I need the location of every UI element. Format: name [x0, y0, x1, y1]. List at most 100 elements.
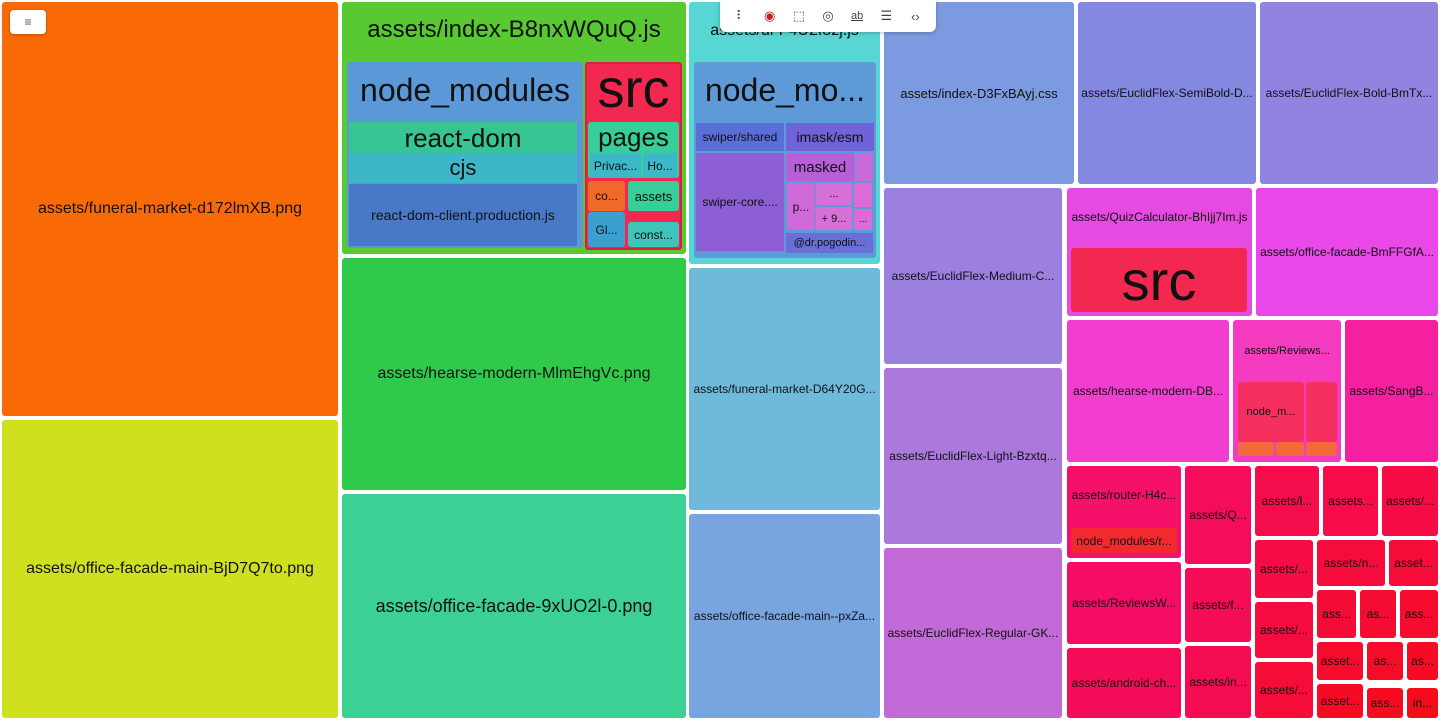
- eye-icon[interactable]: ◎: [817, 5, 839, 27]
- treemap-block-office-facade-small[interactable]: assets/office-facade-BmFFGfA...: [1256, 188, 1438, 316]
- treemap-block-react-dom-client[interactable]: react-dom-client.production.js: [349, 184, 577, 246]
- treemap-block-reviews-sub3[interactable]: [1306, 442, 1337, 456]
- treemap-block-hearse-modern-small[interactable]: assets/hearse-modern-DB...: [1067, 320, 1229, 462]
- block-label: cjs: [449, 155, 477, 180]
- treemap-block-dots2[interactable]: ...: [854, 209, 872, 230]
- block-label: p...: [792, 199, 810, 214]
- treemap-block-swiper-core[interactable]: swiper-core....: [696, 153, 784, 251]
- treemap-block-plus[interactable]: + 9...: [816, 207, 852, 230]
- treemap-block-euclid-regular[interactable]: assets/EuclidFlex-Regular-GK...: [884, 548, 1062, 718]
- treemap-block-office-facade-main-webp[interactable]: assets/office-facade-main--pxZa...: [689, 514, 880, 718]
- block-label: assets/EuclidFlex-Light-Bzxtq...: [889, 449, 1057, 463]
- block-label: ass...: [1322, 607, 1351, 621]
- block-label: assets/funeral-market-d172lmXB.png: [37, 200, 303, 217]
- treemap-block-react-dom[interactable]: react-dom: [349, 122, 577, 154]
- block-label: Ho...: [647, 158, 673, 173]
- block-label: asset...: [1320, 694, 1360, 708]
- treemap-block-as3[interactable]: as...: [1407, 642, 1438, 680]
- treemap-block-reviews-sub2[interactable]: [1276, 442, 1304, 456]
- treemap-block-sang[interactable]: assets/SangB...: [1345, 320, 1438, 462]
- block-label: @dr.pogodin...: [793, 237, 866, 249]
- treemap-block-pogodin[interactable]: @dr.pogodin...: [786, 233, 873, 253]
- block-label: assets/l...: [1261, 494, 1313, 508]
- block-label: assets/ReviewsW...: [1071, 596, 1177, 610]
- block-label: + 9...: [821, 212, 847, 225]
- treemap-block-l[interactable]: assets/l...: [1255, 466, 1319, 536]
- treemap-block-asset2[interactable]: asset...: [1317, 642, 1363, 680]
- drag-handle-icon[interactable]: ⠇: [730, 5, 752, 27]
- treemap-block-in[interactable]: assets/in...: [1185, 646, 1251, 718]
- block-label: assets/...: [1259, 683, 1309, 697]
- block-label: as...: [1411, 654, 1434, 668]
- code-file-icon[interactable]: ‹›: [904, 5, 926, 27]
- treemap-block-reviews-w[interactable]: assets/ReviewsW...: [1067, 562, 1181, 644]
- treemap-block-reviews-part[interactable]: [1306, 382, 1337, 442]
- treemap-block-masked-small[interactable]: [855, 153, 873, 181]
- block-label: assets/EuclidFlex-Bold-BmTx...: [1265, 86, 1433, 100]
- treemap-block-dots[interactable]: ...: [816, 183, 852, 205]
- treemap-block-euclid-semibold[interactable]: assets/EuclidFlex-SemiBold-D...: [1078, 2, 1256, 184]
- treemap-block-android[interactable]: assets/android-ch...: [1067, 648, 1181, 718]
- treemap-block-ass3[interactable]: ass...: [1367, 688, 1403, 718]
- treemap-block-s3[interactable]: assets/...: [1255, 540, 1313, 598]
- treemap-block-a1[interactable]: asset...: [1389, 540, 1438, 586]
- treemap-block-router-child[interactable]: node_modules/r...: [1071, 528, 1177, 553]
- treemap-block-euclid-light[interactable]: assets/EuclidFlex-Light-Bzxtq...: [884, 368, 1062, 544]
- block-label: Privac...: [593, 158, 638, 173]
- treemap-block-co[interactable]: co...: [588, 181, 625, 211]
- treemap-block-office-facade-png[interactable]: assets/office-facade-9xUO2l-0.png: [342, 494, 686, 718]
- treemap-block-assets[interactable]: assets: [628, 181, 679, 211]
- treemap-block-masked[interactable]: masked: [786, 153, 854, 181]
- treemap-block-euclid-bold[interactable]: assets/EuclidFlex-Bold-BmTx...: [1260, 2, 1438, 184]
- block-label: react-dom: [404, 122, 522, 153]
- block-label: co...: [595, 189, 618, 203]
- block-label: asset...: [1394, 556, 1433, 570]
- block-label: masked: [793, 158, 847, 176]
- treemap-block-imask-esm[interactable]: imask/esm: [786, 123, 874, 151]
- treemap-block-as1[interactable]: as...: [1360, 590, 1396, 638]
- treemap-block-n[interactable]: assets/n...: [1317, 540, 1385, 586]
- treemap-block-p[interactable]: p...: [787, 183, 815, 230]
- treemap-block-ass2[interactable]: ass...: [1400, 590, 1438, 638]
- block-label: swiper-core....: [702, 195, 778, 209]
- treemap-block-in2[interactable]: in...: [1407, 688, 1438, 718]
- treemap-block-const[interactable]: const...: [628, 222, 679, 247]
- treemap-block-privacy[interactable]: Privac...: [590, 153, 641, 178]
- select-element-icon[interactable]: ⬚: [788, 5, 810, 27]
- treemap-block-cjs[interactable]: cjs: [349, 153, 577, 183]
- group-title: node_mo...: [704, 72, 866, 108]
- text-edit-icon[interactable]: ab: [846, 5, 868, 27]
- treemap-block-funeral-market-png[interactable]: assets/funeral-market-d172lmXB.png: [2, 2, 338, 416]
- block-label: const...: [634, 227, 673, 242]
- treemap-block-as2[interactable]: as...: [1367, 642, 1403, 680]
- group-title: src: [597, 59, 670, 119]
- treemap-block-s4[interactable]: assets/...: [1255, 602, 1313, 658]
- treemap-block-ass1[interactable]: ass...: [1317, 590, 1356, 638]
- treemap-block-funeral-market-webp[interactable]: assets/funeral-market-D64Y20G...: [689, 268, 880, 510]
- treemap-block-office-facade-main-png[interactable]: assets/office-facade-main-BjD7Q7to.png: [2, 420, 338, 718]
- block-label: assets/EuclidFlex-SemiBold-D...: [1081, 86, 1253, 100]
- treemap-block-s5[interactable]: assets/...: [1255, 662, 1313, 718]
- block-label: assets/...: [1259, 562, 1309, 576]
- treemap-block-swiper-shared[interactable]: swiper/shared: [696, 123, 784, 151]
- treemap-block-s2[interactable]: assets/...: [1382, 466, 1438, 536]
- group-title: node_modules: [360, 72, 570, 108]
- block-label: ass...: [1404, 607, 1434, 621]
- treemap-block-gl[interactable]: Gl...: [588, 212, 625, 247]
- treemap-block-small-a[interactable]: [854, 183, 872, 207]
- treemap-block-s1[interactable]: assets...: [1323, 466, 1378, 536]
- treemap-block-euclid-medium[interactable]: assets/EuclidFlex-Medium-C...: [884, 188, 1062, 364]
- stop-record-icon[interactable]: ◉: [759, 5, 781, 27]
- treemap-block-hearse-modern-png[interactable]: assets/hearse-modern-MlmEhgVc.png: [342, 258, 686, 490]
- treemap-block-asset3[interactable]: asset...: [1317, 684, 1363, 718]
- treemap-block-f[interactable]: assets/f...: [1185, 568, 1251, 642]
- sidebar-toggle-button[interactable]: ≡: [10, 10, 46, 34]
- block-label: assets/office-facade-main--pxZa...: [693, 609, 876, 623]
- treemap-block-quiz-src[interactable]: src: [1071, 248, 1247, 312]
- block-label: swiper/shared: [702, 130, 778, 144]
- treemap-block-q[interactable]: assets/Q...: [1185, 466, 1251, 564]
- comment-icon[interactable]: ☰: [875, 5, 897, 27]
- treemap-block-ho[interactable]: Ho...: [643, 153, 677, 178]
- treemap-block-reviews-sub1[interactable]: [1238, 442, 1274, 456]
- treemap-block-reviews-node-modules[interactable]: node_m...: [1238, 382, 1304, 442]
